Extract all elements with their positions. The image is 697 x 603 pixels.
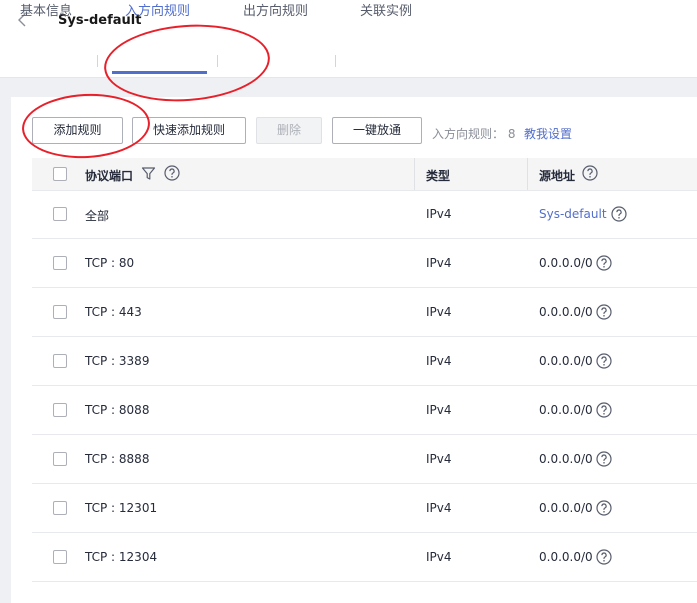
tab-inbound-rules[interactable]: 入方向规则: [125, 0, 190, 19]
cell-source: 0.0.0.0/0: [539, 550, 593, 564]
row-checkbox[interactable]: [53, 354, 67, 368]
inbound-rule-count: 入方向规则： 8: [432, 127, 516, 141]
cell-port: TCP : 8888: [85, 452, 150, 466]
help-circle-icon[interactable]: [596, 500, 612, 516]
help-circle-icon[interactable]: [596, 304, 612, 320]
cell-port: TCP : 3389: [85, 354, 150, 368]
column-header-type: 类型: [426, 169, 451, 183]
cell-source: 0.0.0.0/0: [539, 403, 593, 417]
row-checkbox[interactable]: [53, 403, 67, 417]
tab-divider: [335, 55, 336, 67]
tab-basic-info[interactable]: 基本信息: [20, 0, 72, 19]
active-tab-indicator: [112, 71, 207, 74]
row-checkbox[interactable]: [53, 452, 67, 466]
row-checkbox[interactable]: [53, 256, 67, 270]
row-checkbox[interactable]: [53, 501, 67, 515]
cell-port: TCP : 8088: [85, 403, 150, 417]
select-all-checkbox[interactable]: [53, 167, 67, 181]
cell-type: IPv4: [426, 403, 452, 417]
help-circle-icon[interactable]: [596, 353, 612, 369]
tab-associated-instances[interactable]: 关联实例: [360, 0, 412, 19]
column-header-source: 源地址: [539, 169, 576, 183]
cell-source: 0.0.0.0/0: [539, 452, 593, 466]
help-circle-icon[interactable]: [596, 451, 612, 467]
cell-type: IPv4: [426, 207, 452, 221]
tab-divider: [97, 55, 98, 67]
cell-type: IPv4: [426, 354, 452, 368]
help-circle-icon[interactable]: [596, 402, 612, 418]
page-header: [0, 0, 697, 78]
cell-port: TCP : 80: [85, 256, 135, 270]
cell-port: TCP : 443: [85, 305, 142, 319]
help-circle-icon[interactable]: [596, 255, 612, 271]
help-circle-icon[interactable]: [582, 165, 598, 181]
cell-source: 0.0.0.0/0: [539, 305, 593, 319]
cell-source: 0.0.0.0/0: [539, 501, 593, 515]
add-rule-button[interactable]: 添加规则: [32, 117, 123, 144]
tab-outbound-rules[interactable]: 出方向规则: [243, 0, 308, 19]
help-circle-icon[interactable]: [596, 549, 612, 565]
cell-port: TCP : 12301: [85, 501, 158, 515]
cell-type: IPv4: [426, 256, 452, 270]
cell-type: IPv4: [426, 452, 452, 466]
cell-port: 全部: [85, 209, 110, 223]
cell-type: IPv4: [426, 501, 452, 515]
row-checkbox[interactable]: [53, 207, 67, 221]
row-checkbox[interactable]: [53, 550, 67, 564]
help-circle-icon[interactable]: [611, 206, 627, 222]
cell-source: 0.0.0.0/0: [539, 354, 593, 368]
help-setup-link[interactable]: 教我设置: [524, 125, 572, 142]
filter-icon[interactable]: [141, 166, 156, 181]
cell-port: TCP : 12304: [85, 550, 158, 564]
cell-type: IPv4: [426, 550, 452, 564]
cell-source: 0.0.0.0/0: [539, 256, 593, 270]
cell-source[interactable]: Sys-default: [539, 207, 607, 221]
delete-button[interactable]: 删除: [256, 117, 322, 144]
column-divider: [527, 158, 528, 190]
help-circle-icon[interactable]: [164, 165, 180, 181]
column-divider: [414, 158, 415, 190]
allow-all-button[interactable]: 一键放通: [332, 117, 422, 144]
tab-divider: [217, 55, 218, 67]
cell-type: IPv4: [426, 305, 452, 319]
row-checkbox[interactable]: [53, 305, 67, 319]
quick-add-rule-button[interactable]: 快速添加规则: [132, 117, 246, 144]
column-header-port: 协议端口: [85, 169, 134, 183]
